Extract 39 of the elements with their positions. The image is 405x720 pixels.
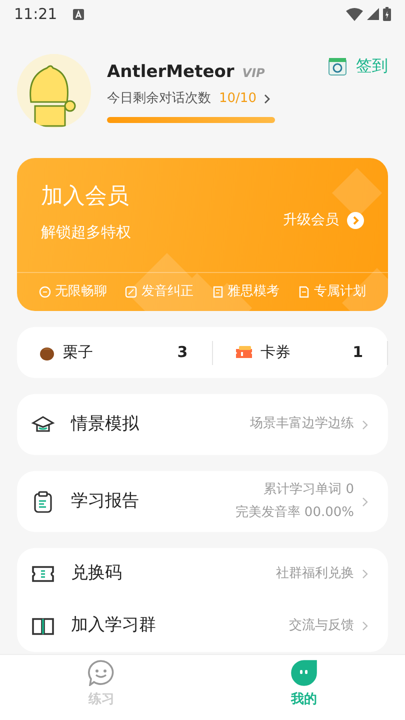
stat-item[interactable]: 栗子 3 [39, 340, 213, 364]
wifi-icon [346, 8, 363, 20]
chevron-icon [362, 420, 368, 430]
battery-icon [383, 7, 391, 21]
percent-square-icon [125, 286, 138, 298]
chevron-icon [362, 569, 368, 579]
detail-text: 交流与反馈 [289, 616, 354, 635]
perk-label: 专属计划 [314, 283, 366, 302]
chevron-icon [264, 94, 270, 104]
smiley-chat-icon [88, 660, 114, 686]
chevron-icon [362, 496, 368, 506]
menu-row[interactable]: 学习报告 累计学习单词 0 完美发音率 00.00% [17, 471, 388, 532]
stat-item[interactable]: 卡券 1 [212, 340, 388, 364]
chevron-circle-icon [347, 212, 364, 229]
chevron-icon [362, 621, 368, 631]
detail-text: 完美发音率 00.00% [235, 504, 354, 522]
perk-label: 发音纠正 [141, 283, 194, 302]
status-time: 11:21 [14, 4, 58, 25]
user-name: AntlerMeteor [107, 60, 234, 84]
vip-label: VIP [242, 64, 265, 82]
remaining-chats-link[interactable]: 今日剩余对话次数 10/10 [107, 89, 312, 108]
menu-row[interactable]: 加入学习群 交流与反馈 [17, 600, 388, 652]
notification-icon [73, 8, 84, 20]
membership-subtitle: 解锁超多特权 [41, 222, 131, 243]
menu-row[interactable]: 兑换码 社群福利兑换 [17, 548, 388, 600]
signal-icon [367, 8, 379, 20]
detail-text: 累计学习单词 0 [262, 481, 354, 500]
scroll-icon [212, 286, 224, 298]
detail-text: 场景丰富边学边练 [250, 415, 354, 434]
menu-row[interactable]: 情景模拟 场景丰富边学边练 [17, 394, 388, 455]
chestnut-icon [39, 344, 55, 360]
ticket-icon [234, 346, 253, 360]
detail-text: 社群福利兑换 [276, 564, 354, 583]
clipboard-icon [31, 490, 55, 514]
perk-label: 无限畅聊 [55, 283, 107, 302]
membership-title: 加入会员 [41, 183, 130, 211]
perk-label: 雅思模考 [228, 283, 280, 302]
document-icon [298, 286, 310, 298]
calendar-icon [328, 56, 348, 76]
